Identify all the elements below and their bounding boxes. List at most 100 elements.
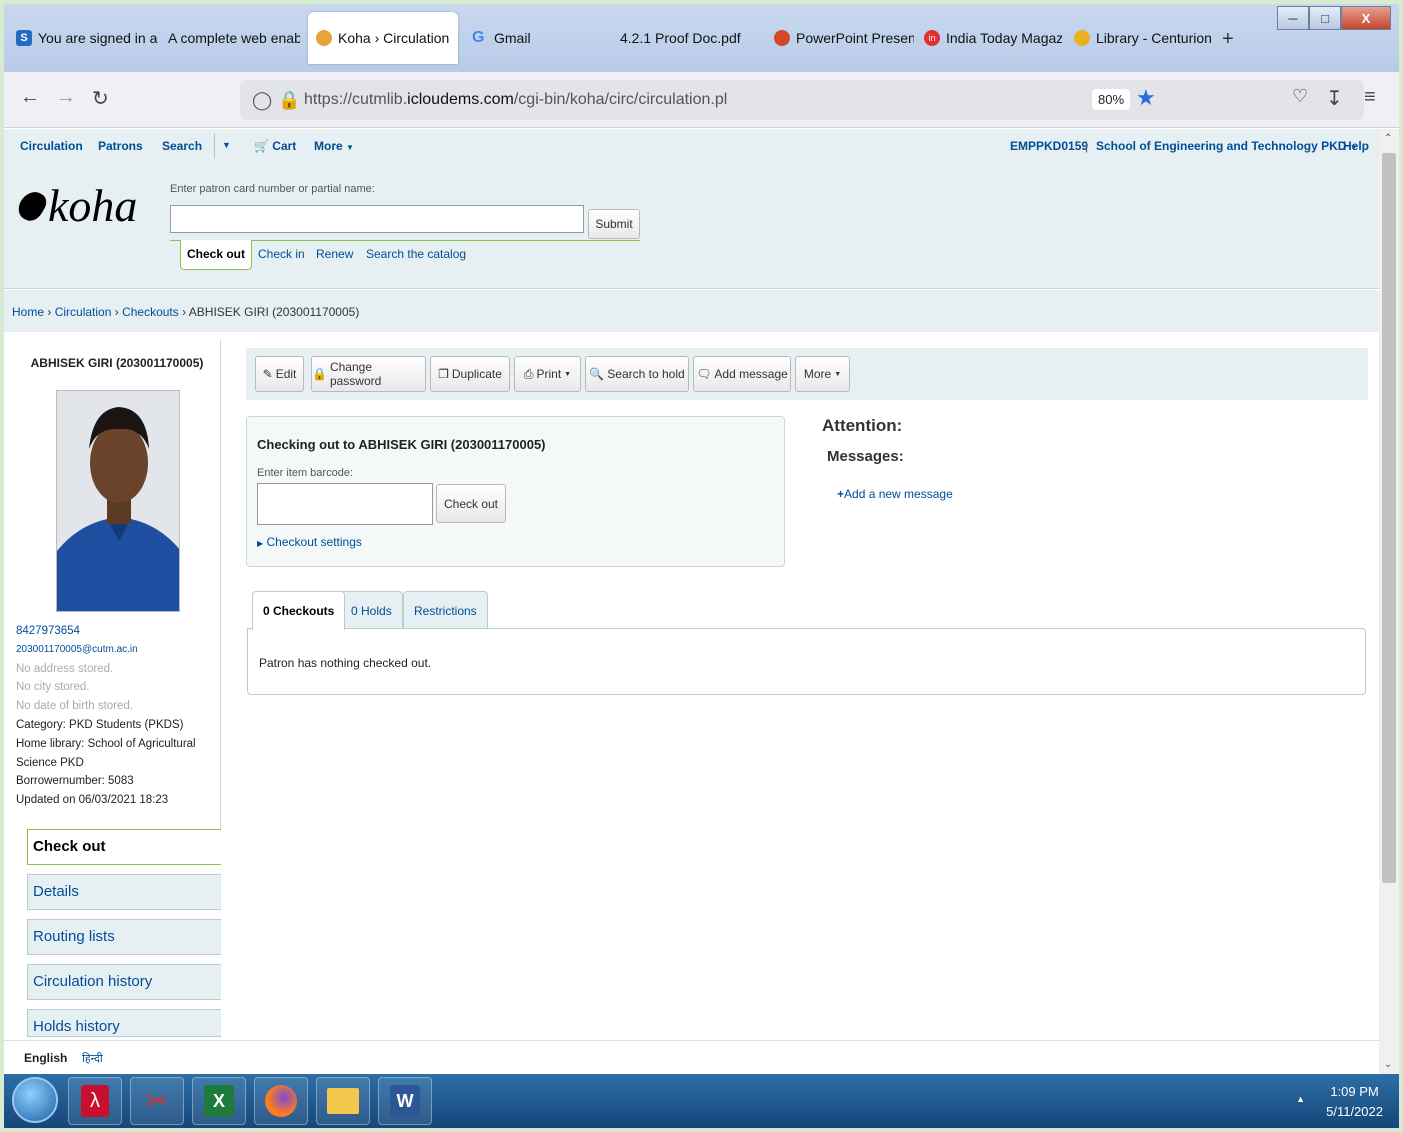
system-clock[interactable]: 1:09 PM 5/11/2022 — [1326, 1082, 1383, 1122]
zoom-level[interactable]: 80% — [1092, 89, 1131, 110]
tab-renew[interactable]: Renew — [316, 247, 353, 261]
browser-tab-active[interactable]: Koha › Circulation X — [308, 12, 458, 64]
minimize-icon[interactable]: ─ — [1277, 6, 1309, 30]
koha-top-nav: Circulation Patrons Search ▼ 🛒 Cart More… — [4, 129, 1379, 163]
tab-check-in[interactable]: Check in — [258, 247, 305, 261]
page-scrollbar[interactable]: ⌃ ⌄ — [1379, 129, 1399, 1074]
tab-restrictions[interactable]: Restrictions — [403, 591, 488, 629]
sidebar-item-routing-lists[interactable]: Routing lists — [27, 919, 221, 955]
language-english[interactable]: English — [24, 1051, 67, 1065]
breadcrumb-home[interactable]: Home — [12, 305, 44, 319]
scroll-up-icon[interactable]: ⌃ — [1384, 133, 1392, 144]
word-icon[interactable]: W — [378, 1077, 432, 1125]
library-selector[interactable]: School of Engineering and Technology PKD… — [1096, 139, 1358, 153]
url-bar[interactable]: ◯ 🔒 https://cutmlib.icloudems.com/cgi-bi… — [240, 80, 1364, 120]
change-password-button[interactable]: 🔒 Change password — [311, 356, 426, 392]
powerpoint-favicon-icon — [774, 30, 790, 46]
nav-search[interactable]: Search — [162, 139, 202, 153]
file-explorer-icon[interactable] — [316, 1077, 370, 1125]
patron-phone[interactable]: 8427973654 — [16, 622, 216, 641]
print-button[interactable]: ⎙ Print ▼ — [514, 356, 581, 392]
browser-tab[interactable]: A complete web enable — [160, 12, 300, 64]
sidebar-item-circulation-history[interactable]: Circulation history — [27, 964, 221, 1000]
scrollbar-thumb[interactable] — [1382, 153, 1396, 883]
acrobat-icon[interactable]: λ — [68, 1077, 122, 1125]
url-text[interactable]: https://cutmlib.icloudems.com/cgi-bin/ko… — [304, 91, 727, 109]
shield-icon[interactable]: ◯ — [252, 90, 272, 111]
add-message-button[interactable]: 🗨 Add message — [693, 356, 791, 392]
maximize-icon[interactable]: □ — [1309, 6, 1341, 30]
tray-expand-icon[interactable]: ▲ — [1296, 1094, 1305, 1104]
tab-check-out[interactable]: Check out — [180, 240, 253, 270]
submit-button[interactable]: Submit — [588, 209, 640, 239]
bookmark-star-icon[interactable]: ★ — [1136, 85, 1156, 111]
nav-help[interactable]: Help — [1343, 139, 1369, 153]
snipping-tool-icon[interactable]: ✂ — [130, 1077, 184, 1125]
breadcrumb-patron: ABHISEK GIRI (203001170005) — [188, 305, 360, 319]
pocket-icon[interactable]: ♡ — [1292, 86, 1308, 107]
tab-holds[interactable]: 0 Holds — [340, 591, 403, 629]
patron-updated: Updated on 06/03/2021 18:23 — [16, 794, 169, 807]
firefox-icon[interactable] — [254, 1077, 308, 1125]
breadcrumb-circulation[interactable]: Circulation — [55, 305, 112, 319]
excel-icon[interactable]: X — [192, 1077, 246, 1125]
scroll-down-icon[interactable]: ⌄ — [1384, 1059, 1392, 1070]
forward-arrow-icon[interactable]: → — [56, 86, 76, 109]
patron-search-input[interactable] — [170, 205, 584, 233]
nav-more[interactable]: More ▼ — [314, 139, 354, 153]
browser-tab[interactable]: G Gmail — [464, 12, 604, 64]
download-icon[interactable]: ↧ — [1326, 86, 1343, 111]
koha-logo[interactable]: koha — [14, 179, 137, 232]
windows-start-icon[interactable] — [12, 1077, 58, 1123]
lock-icon[interactable]: 🔒 — [278, 90, 300, 111]
back-arrow-icon[interactable]: ← — [20, 86, 40, 109]
browser-tab[interactable]: PowerPoint Present — [766, 12, 914, 64]
browser-tab[interactable]: in India Today Magazi — [916, 12, 1062, 64]
search-caret-icon[interactable]: ▼ — [222, 140, 231, 150]
sidebar-item-holds-history[interactable]: Holds history — [27, 1009, 221, 1037]
checkout-settings-toggle[interactable]: ▶ Checkout settings — [257, 535, 362, 549]
nav-separator: | — [1085, 139, 1089, 153]
search-to-hold-button[interactable]: 🔍 Search to hold — [585, 356, 689, 392]
attention-heading: Attention: — [822, 416, 903, 435]
breadcrumb-sep: › — [178, 305, 189, 319]
patron-home-library: Home library: School of Agricultural Sci… — [16, 737, 196, 769]
sidebar-item-details[interactable]: Details — [27, 874, 221, 910]
messages-heading: Messages: — [827, 448, 904, 465]
breadcrumb: Home › Circulation › Checkouts › ABHISEK… — [4, 290, 1379, 332]
close-window-icon[interactable]: X — [1341, 6, 1391, 30]
checkout-settings-label: Checkout settings — [266, 535, 362, 549]
add-new-message-link[interactable]: +Add a new message — [837, 487, 953, 501]
nav-patrons[interactable]: Patrons — [98, 139, 143, 153]
sidebar-divider — [220, 340, 221, 830]
menu-icon[interactable]: ≡ — [1364, 86, 1376, 109]
logged-in-user[interactable]: EMPPKD0159 — [1010, 139, 1088, 153]
edit-button[interactable]: ✎ Edit — [255, 356, 304, 392]
clock-time: 1:09 PM — [1330, 1084, 1379, 1099]
nav-cart[interactable]: 🛒 Cart — [254, 139, 296, 153]
browser-tab[interactable]: Library - Centurion — [1066, 12, 1216, 64]
language-hindi[interactable]: हिन्दी — [82, 1051, 103, 1066]
tab-label: Library - Centurion — [1096, 30, 1212, 46]
tab-search-catalog[interactable]: Search the catalog — [366, 247, 466, 261]
more-button[interactable]: More ▼ — [795, 356, 850, 392]
browser-tab[interactable]: S You are signed in as — [8, 12, 158, 64]
reload-icon[interactable]: ↻ — [92, 86, 109, 111]
breadcrumb-checkouts[interactable]: Checkouts — [122, 305, 179, 319]
patron-email[interactable]: 203001170005@cutm.ac.in — [16, 641, 216, 660]
duplicate-button[interactable]: ❐ Duplicate — [430, 356, 510, 392]
checkouts-panel: Patron has nothing checked out. — [247, 628, 1366, 695]
copy-icon: ❐ — [438, 367, 449, 381]
sidebar-item-check-out[interactable]: Check out — [27, 829, 221, 865]
library-label: School of Engineering and Technology PKD — [1096, 139, 1347, 153]
nav-circulation[interactable]: Circulation — [20, 139, 83, 153]
check-out-button[interactable]: Check out — [436, 484, 506, 523]
tab-label: Koha › Circulation — [338, 30, 450, 46]
language-bar: English हिन्दी — [4, 1040, 1379, 1074]
browser-tab[interactable]: 4.2.1 Proof Doc.pdf — [612, 12, 760, 64]
search-to-hold-label: Search to hold — [607, 367, 685, 381]
new-tab-button[interactable]: + — [1222, 28, 1234, 51]
tab-checkouts[interactable]: 0 Checkouts — [252, 591, 346, 630]
barcode-input[interactable] — [257, 483, 433, 525]
cart-label: Cart — [272, 139, 297, 153]
